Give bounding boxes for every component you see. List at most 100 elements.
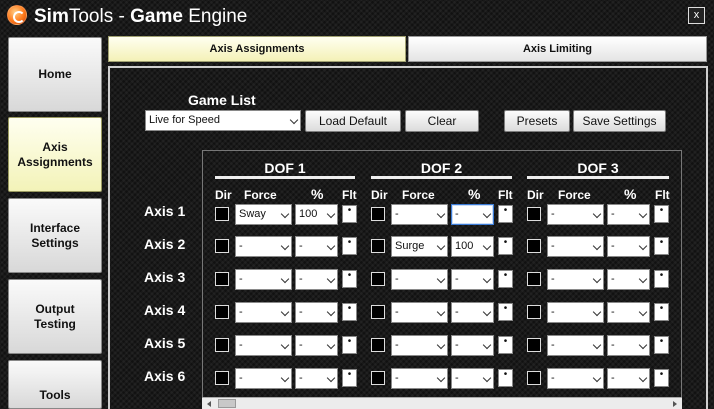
force-select[interactable]: - bbox=[547, 302, 604, 323]
force-select[interactable]: - bbox=[235, 269, 292, 290]
force-select[interactable]: Sway bbox=[235, 204, 292, 225]
dir-checkbox[interactable] bbox=[527, 305, 541, 319]
tab-axis-assignments[interactable]: Axis Assignments bbox=[108, 36, 406, 62]
filter-button[interactable]: • bbox=[342, 303, 357, 321]
filter-button[interactable]: • bbox=[342, 369, 357, 387]
percent-select[interactable]: - bbox=[607, 204, 650, 225]
percent-select[interactable]: - bbox=[451, 335, 494, 356]
filter-button[interactable]: • bbox=[342, 205, 357, 223]
filter-button[interactable]: • bbox=[654, 336, 669, 354]
dir-checkbox[interactable] bbox=[371, 305, 385, 319]
filter-button[interactable]: • bbox=[654, 270, 669, 288]
dir-checkbox[interactable] bbox=[215, 207, 229, 221]
nav-tools-button[interactable]: Tools bbox=[8, 360, 102, 409]
percent-select[interactable]: - bbox=[607, 302, 650, 323]
dir-checkbox[interactable] bbox=[527, 239, 541, 253]
dir-checkbox[interactable] bbox=[527, 371, 541, 385]
percent-select[interactable]: - bbox=[451, 368, 494, 389]
chevron-down-icon bbox=[436, 307, 446, 317]
dof-3-title: DOF 3 bbox=[577, 160, 619, 176]
dir-checkbox[interactable] bbox=[371, 338, 385, 352]
percent-select[interactable]: - bbox=[295, 236, 338, 257]
filter-button[interactable]: • bbox=[498, 369, 513, 387]
presets-button[interactable]: Presets bbox=[504, 110, 570, 132]
game-list-select[interactable]: Live for Speed bbox=[145, 110, 301, 131]
percent-select[interactable]: - bbox=[451, 302, 494, 323]
force-select[interactable]: - bbox=[547, 269, 604, 290]
percent-select[interactable]: - bbox=[607, 335, 650, 356]
dir-checkbox[interactable] bbox=[371, 272, 385, 286]
filter-button[interactable]: • bbox=[342, 237, 357, 255]
force-select[interactable]: Surge bbox=[391, 236, 448, 257]
horizontal-scrollbar[interactable] bbox=[202, 397, 682, 409]
percent-select[interactable]: - bbox=[607, 368, 650, 389]
filter-button[interactable]: • bbox=[654, 205, 669, 223]
force-select[interactable]: - bbox=[235, 236, 292, 257]
percent-select[interactable]: 100 bbox=[451, 236, 494, 257]
dir-checkbox[interactable] bbox=[215, 239, 229, 253]
force-select[interactable]: - bbox=[391, 368, 448, 389]
percent-select[interactable]: 100 bbox=[295, 204, 338, 225]
filter-button[interactable]: • bbox=[654, 303, 669, 321]
scroll-right-icon[interactable] bbox=[673, 401, 677, 407]
dir-checkbox[interactable] bbox=[215, 338, 229, 352]
filter-button[interactable]: • bbox=[654, 369, 669, 387]
nav-home-button[interactable]: Home bbox=[8, 37, 102, 112]
dir-checkbox[interactable] bbox=[527, 207, 541, 221]
filter-button[interactable]: • bbox=[342, 336, 357, 354]
filter-button[interactable]: • bbox=[498, 336, 513, 354]
dir-checkbox[interactable] bbox=[215, 272, 229, 286]
percent-select[interactable]: - bbox=[451, 204, 494, 225]
nav-output-testing-button[interactable]: Output Testing bbox=[8, 279, 102, 354]
force-select[interactable]: - bbox=[235, 335, 292, 356]
force-select[interactable]: - bbox=[391, 204, 448, 225]
percent-select[interactable]: - bbox=[607, 269, 650, 290]
scroll-left-icon[interactable] bbox=[207, 401, 211, 407]
nav-interface-settings-button[interactable]: Interface Settings bbox=[8, 198, 102, 273]
percent-select[interactable]: - bbox=[295, 269, 338, 290]
close-button[interactable]: x bbox=[688, 7, 705, 24]
force-select[interactable]: - bbox=[547, 236, 604, 257]
chevron-down-icon bbox=[482, 373, 492, 383]
dir-checkbox[interactable] bbox=[527, 272, 541, 286]
dir-checkbox[interactable] bbox=[371, 239, 385, 253]
force-select[interactable]: - bbox=[547, 335, 604, 356]
filter-button[interactable]: • bbox=[498, 270, 513, 288]
force-select[interactable]: - bbox=[391, 302, 448, 323]
dir-checkbox[interactable] bbox=[215, 371, 229, 385]
percent-select[interactable]: - bbox=[451, 269, 494, 290]
chevron-down-icon bbox=[638, 274, 648, 284]
percent-select[interactable]: - bbox=[295, 302, 338, 323]
nav-axis-assignments-button[interactable]: Axis Assignments bbox=[8, 117, 102, 192]
force-select[interactable]: - bbox=[391, 269, 448, 290]
tab-axis-limiting[interactable]: Axis Limiting bbox=[408, 36, 707, 62]
dof-1-title: DOF 1 bbox=[264, 160, 306, 176]
scroll-thumb[interactable] bbox=[218, 399, 236, 408]
filter-button[interactable]: • bbox=[342, 270, 357, 288]
force-select[interactable]: - bbox=[235, 368, 292, 389]
dir-checkbox[interactable] bbox=[371, 371, 385, 385]
filter-button[interactable]: • bbox=[498, 303, 513, 321]
chevron-down-icon bbox=[482, 274, 492, 284]
dir-checkbox[interactable] bbox=[371, 207, 385, 221]
force-select[interactable]: - bbox=[547, 204, 604, 225]
percent-select[interactable]: - bbox=[295, 368, 338, 389]
clear-button[interactable]: Clear bbox=[405, 110, 479, 132]
force-header: Force bbox=[558, 188, 591, 202]
chevron-down-icon bbox=[482, 241, 492, 251]
force-select[interactable]: - bbox=[235, 302, 292, 323]
filter-button[interactable]: • bbox=[498, 205, 513, 223]
percent-select[interactable]: - bbox=[295, 335, 338, 356]
save-settings-button[interactable]: Save Settings bbox=[573, 110, 666, 132]
percent-select[interactable]: - bbox=[607, 236, 650, 257]
filter-button[interactable]: • bbox=[654, 237, 669, 255]
axis-4-label: Axis 4 bbox=[144, 302, 186, 318]
load-default-button[interactable]: Load Default bbox=[305, 110, 401, 132]
chevron-down-icon bbox=[280, 307, 290, 317]
dir-checkbox[interactable] bbox=[215, 305, 229, 319]
force-select[interactable]: - bbox=[391, 335, 448, 356]
dir-checkbox[interactable] bbox=[527, 338, 541, 352]
filter-button[interactable]: • bbox=[498, 237, 513, 255]
flt-header: Flt bbox=[498, 188, 513, 202]
force-select[interactable]: - bbox=[547, 368, 604, 389]
